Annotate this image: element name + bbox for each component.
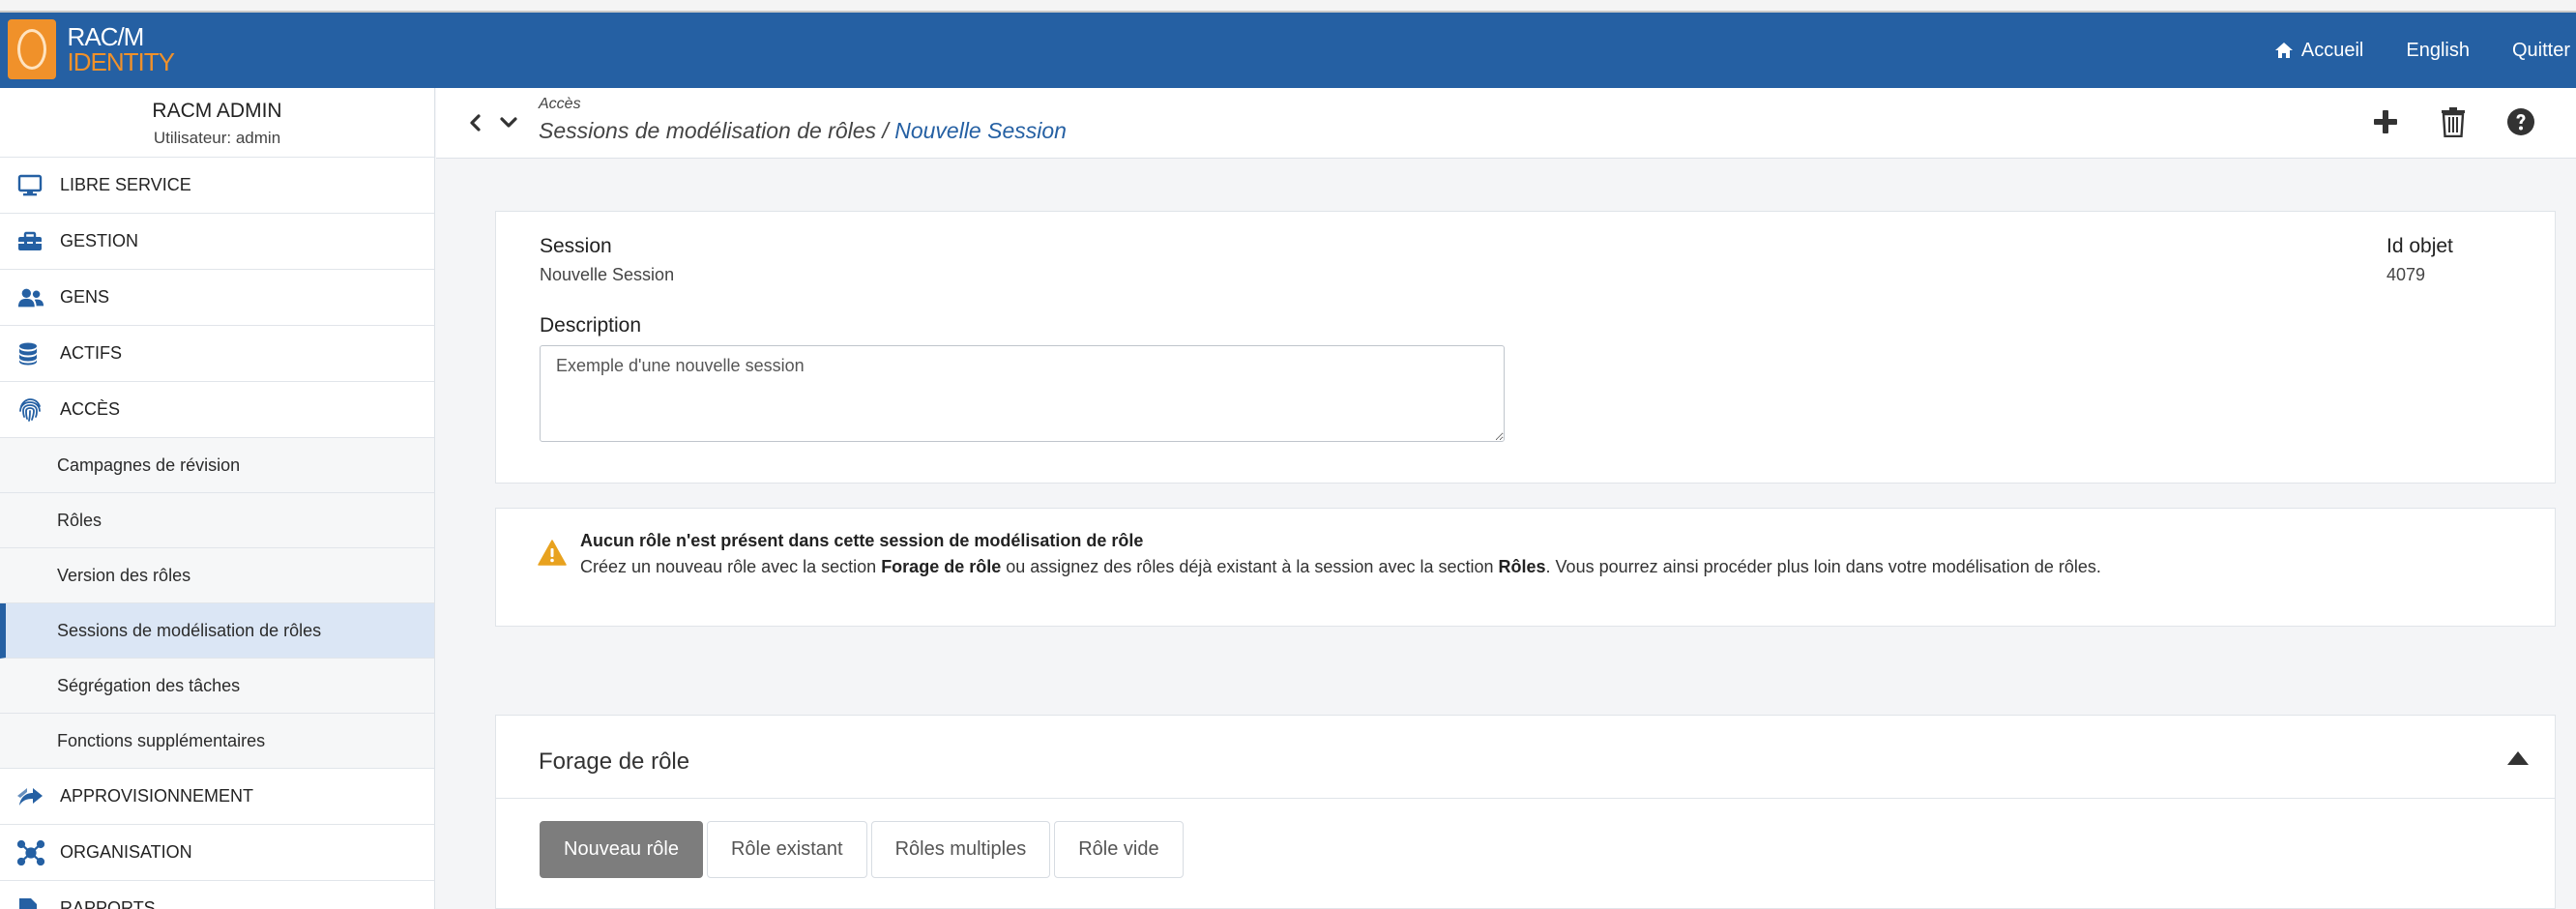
warning-text-2: ou assignez des rôles déjà existant à la…: [1001, 557, 1499, 576]
description-field[interactable]: Exemple d'une nouvelle session: [540, 345, 1505, 442]
warning-icon: [538, 540, 567, 566]
share-arrow-icon: [17, 783, 44, 810]
warning-title: Aucun rôle n'est présent dans cette sess…: [580, 531, 1144, 550]
sidebar-item-label: LIBRE SERVICE: [60, 175, 191, 194]
sidebar-item-rapports[interactable]: RAPPORTS: [0, 881, 434, 909]
network-icon: [17, 839, 44, 866]
breadcrumb-parent[interactable]: Accès: [539, 96, 581, 113]
page-actions: [2334, 105, 2537, 138]
profile-name: RACM ADMIN: [152, 100, 282, 122]
sidebar-item-campagnes-revision[interactable]: Campagnes de révision: [0, 438, 434, 493]
window-top-strip: [0, 0, 2576, 13]
quit-link[interactable]: Quitter: [2512, 40, 2570, 62]
role-mining-panel: Forage de rôle Nouveau rôle Rôle existan…: [495, 715, 2556, 909]
warning-message: Créez un nouveau rôle avec la section Fo…: [580, 555, 2108, 579]
report-icon: [17, 895, 44, 909]
sidebar-item-label: RAPPORTS: [60, 898, 156, 909]
monitor-icon: [17, 172, 44, 199]
role-mining-title: Forage de rôle: [539, 748, 690, 775]
trash-icon: [2442, 107, 2465, 137]
tab-role-existant[interactable]: Rôle existant: [706, 821, 867, 878]
top-navigation: Accueil English Quitter: [2232, 13, 2570, 88]
sidebar-item-gestion[interactable]: GESTION: [0, 214, 434, 270]
description-label: Description: [540, 314, 642, 337]
add-button[interactable]: [2369, 105, 2402, 138]
roles-section-ref: Rôles: [1498, 557, 1546, 576]
sidebar-item-roles[interactable]: Rôles: [0, 493, 434, 548]
users-icon: [17, 284, 44, 311]
no-roles-warning: Aucun rôle n'est présent dans cette sess…: [495, 508, 2556, 627]
sidebar-item-acces[interactable]: ACCÈS: [0, 382, 434, 438]
tab-role-vide[interactable]: Rôle vide: [1054, 821, 1184, 878]
home-link-label: Accueil: [2300, 39, 2364, 61]
sidebar-item-label: ORGANISATION: [60, 842, 192, 862]
sidebar-item-label: GENS: [60, 287, 110, 307]
sidebar-item-label: APPROVISIONNEMENT: [60, 786, 254, 806]
tab-roles-multiples[interactable]: Rôles multiples: [870, 821, 1051, 878]
breadcrumb: Sessions de modélisation de rôles / Nouv…: [539, 118, 1067, 144]
app-header: RAC/M IDENTITY Accueil English Quitter: [0, 13, 2576, 88]
question-circle-icon: [2507, 108, 2534, 135]
breadcrumb-section[interactable]: Sessions de modélisation de rôles: [539, 118, 876, 143]
profile-username: Utilisateur: admin: [153, 129, 281, 147]
racm-identity-logo[interactable]: RAC/M IDENTITY: [8, 19, 175, 79]
breadcrumb-separator: /: [876, 118, 895, 143]
sidebar-item-label: GESTION: [60, 231, 139, 250]
home-link[interactable]: Accueil: [2274, 40, 2363, 62]
chevron-down-icon[interactable]: [497, 111, 520, 134]
language-link[interactable]: English: [2406, 40, 2470, 62]
session-label: Session: [540, 235, 612, 257]
home-icon: [2274, 43, 2293, 58]
warning-text-3: . Vous pourrez ainsi procéder plus loin …: [1545, 557, 2101, 576]
logo-text-racm: RAC/M: [67, 22, 145, 51]
sidebar-item-sessions-modelisation[interactable]: Sessions de modélisation de rôles: [0, 603, 434, 659]
user-profile: RACM ADMIN Utilisateur: admin: [0, 88, 434, 158]
session-details-card: Session Nouvelle Session Id objet 4079 D…: [495, 211, 2556, 484]
sidebar-item-libre-service[interactable]: LIBRE SERVICE: [0, 158, 434, 214]
sidebar-item-approvisionnement[interactable]: APPROVISIONNEMENT: [0, 769, 434, 825]
fingerprint-icon: [17, 396, 44, 424]
role-mining-tabs: Nouveau rôle Rôle existant Rôles multipl…: [540, 821, 1187, 878]
sidebar-item-organisation[interactable]: ORGANISATION: [0, 825, 434, 881]
logo-text-identity: IDENTITY: [67, 47, 175, 76]
help-button[interactable]: [2504, 105, 2537, 138]
object-id-label: Id objet: [2386, 235, 2453, 257]
logo-icon: [8, 19, 56, 79]
caret-up-icon[interactable]: [2506, 750, 2530, 766]
object-id-value: 4079: [2386, 265, 2426, 284]
sidebar-item-segregation-taches[interactable]: Ségrégation des tâches: [0, 659, 434, 714]
plus-icon: [2374, 110, 2397, 133]
tab-nouveau-role[interactable]: Nouveau rôle: [540, 821, 703, 878]
chevron-left-icon[interactable]: [464, 111, 487, 134]
sidebar-item-fonctions-supplementaires[interactable]: Fonctions supplémentaires: [0, 714, 434, 769]
breadcrumb-bar: Accès Sessions de modélisation de rôles …: [436, 88, 2576, 159]
sidebar-item-label: ACTIFS: [60, 343, 123, 363]
role-mining-header[interactable]: Forage de rôle: [496, 716, 2555, 799]
delete-button[interactable]: [2437, 105, 2470, 138]
sidebar: RACM ADMIN Utilisateur: admin LIBRE SERV…: [0, 88, 435, 909]
session-name-value: Nouvelle Session: [540, 265, 675, 284]
main-content: Accès Sessions de modélisation de rôles …: [436, 88, 2576, 909]
sidebar-item-actifs[interactable]: ACTIFS: [0, 326, 434, 382]
sidebar-item-label: ACCÈS: [60, 399, 121, 419]
breadcrumb-current: Nouvelle Session: [894, 118, 1067, 143]
sidebar-item-version-roles[interactable]: Version des rôles: [0, 548, 434, 603]
sidebar-item-gens[interactable]: GENS: [0, 270, 434, 326]
forage-section-ref: Forage de rôle: [881, 557, 1002, 576]
warning-text-1: Créez un nouveau rôle avec la section: [580, 557, 882, 576]
toolbox-icon: [17, 228, 44, 255]
database-icon: [17, 340, 44, 367]
